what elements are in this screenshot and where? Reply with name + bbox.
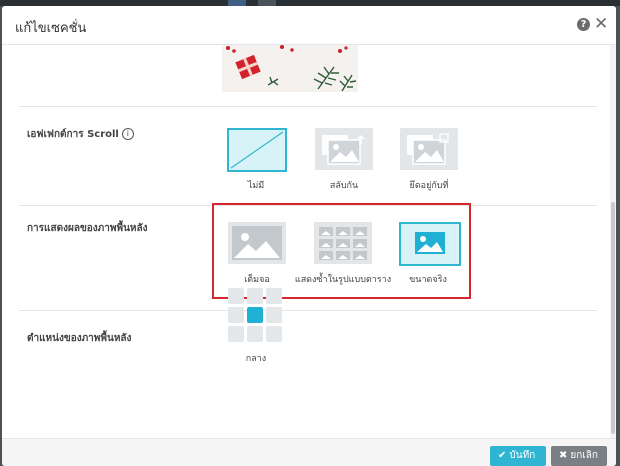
- background-position-value: กลาง: [245, 354, 267, 364]
- dialog-body: เอฟเฟกต์การ Scroll i ไม่มี สลับกัน ยึดอย…: [2, 45, 616, 438]
- cancel-button[interactable]: ✖ ยกเลิก: [551, 446, 607, 466]
- info-icon[interactable]: i: [121, 128, 134, 140]
- image-parallax-icon: [315, 128, 373, 170]
- scroll-option-parallax[interactable]: สลับกัน: [315, 128, 373, 191]
- close-icon[interactable]: ✕: [594, 14, 608, 34]
- position-bottom-left[interactable]: [228, 326, 244, 342]
- scroll-option-fixed-label: ยึดอยู่กับที่: [409, 181, 449, 191]
- scroll-option-fixed[interactable]: ยึดอยู่กับที่: [400, 128, 458, 191]
- background-display-label: การแสดงผลของภาพพื้นหลัง: [27, 223, 148, 234]
- position-center[interactable]: [247, 307, 263, 323]
- position-middle-left[interactable]: [228, 307, 244, 323]
- dialog-title: แก้ไขเซคชั่น: [15, 21, 87, 36]
- position-top-left[interactable]: [228, 288, 244, 304]
- background-position-grid: [228, 288, 284, 344]
- section-divider: [19, 106, 597, 107]
- highlight-annotation-box: [212, 203, 471, 299]
- close-small-icon: ✖: [559, 450, 568, 461]
- section-divider: [19, 310, 597, 311]
- dialog-header: แก้ไขเซคชั่น ? ✕: [2, 6, 616, 45]
- position-bottom-right[interactable]: [266, 326, 282, 342]
- position-top-right[interactable]: [266, 288, 282, 304]
- save-button[interactable]: ✔ บันทึก: [490, 446, 546, 466]
- save-button-label: บันทึก: [509, 450, 536, 461]
- background-image-preview: [222, 45, 358, 92]
- edit-section-dialog: แก้ไขเซคชั่น ? ✕ เอฟเฟกต์การ Scroll i ไม…: [2, 6, 616, 466]
- check-icon: ✔: [498, 450, 507, 461]
- cancel-button-label: ยกเลิก: [570, 450, 598, 461]
- scroll-effect-label-text: เอฟเฟกต์การ Scroll: [27, 129, 119, 140]
- position-top-center[interactable]: [247, 288, 263, 304]
- scroll-option-none[interactable]: ไม่มี: [227, 128, 287, 191]
- help-circle-icon[interactable]: ?: [577, 18, 590, 31]
- background-position-label: ตำแหน่งของภาพพื้นหลัง: [27, 333, 132, 344]
- dialog-footer: ✔ บันทึก ✖ ยกเลิก: [2, 438, 616, 466]
- none-diagonal-icon: [227, 128, 287, 172]
- position-middle-right[interactable]: [266, 307, 282, 323]
- scroll-option-none-label: ไม่มี: [247, 181, 265, 191]
- position-bottom-center[interactable]: [247, 326, 263, 342]
- scroll-option-parallax-label: สลับกัน: [329, 181, 359, 191]
- dialog-scrollbar-thumb[interactable]: [611, 202, 615, 434]
- scroll-effect-label: เอฟเฟกต์การ Scroll i: [27, 127, 134, 142]
- image-fixed-icon: [400, 128, 458, 170]
